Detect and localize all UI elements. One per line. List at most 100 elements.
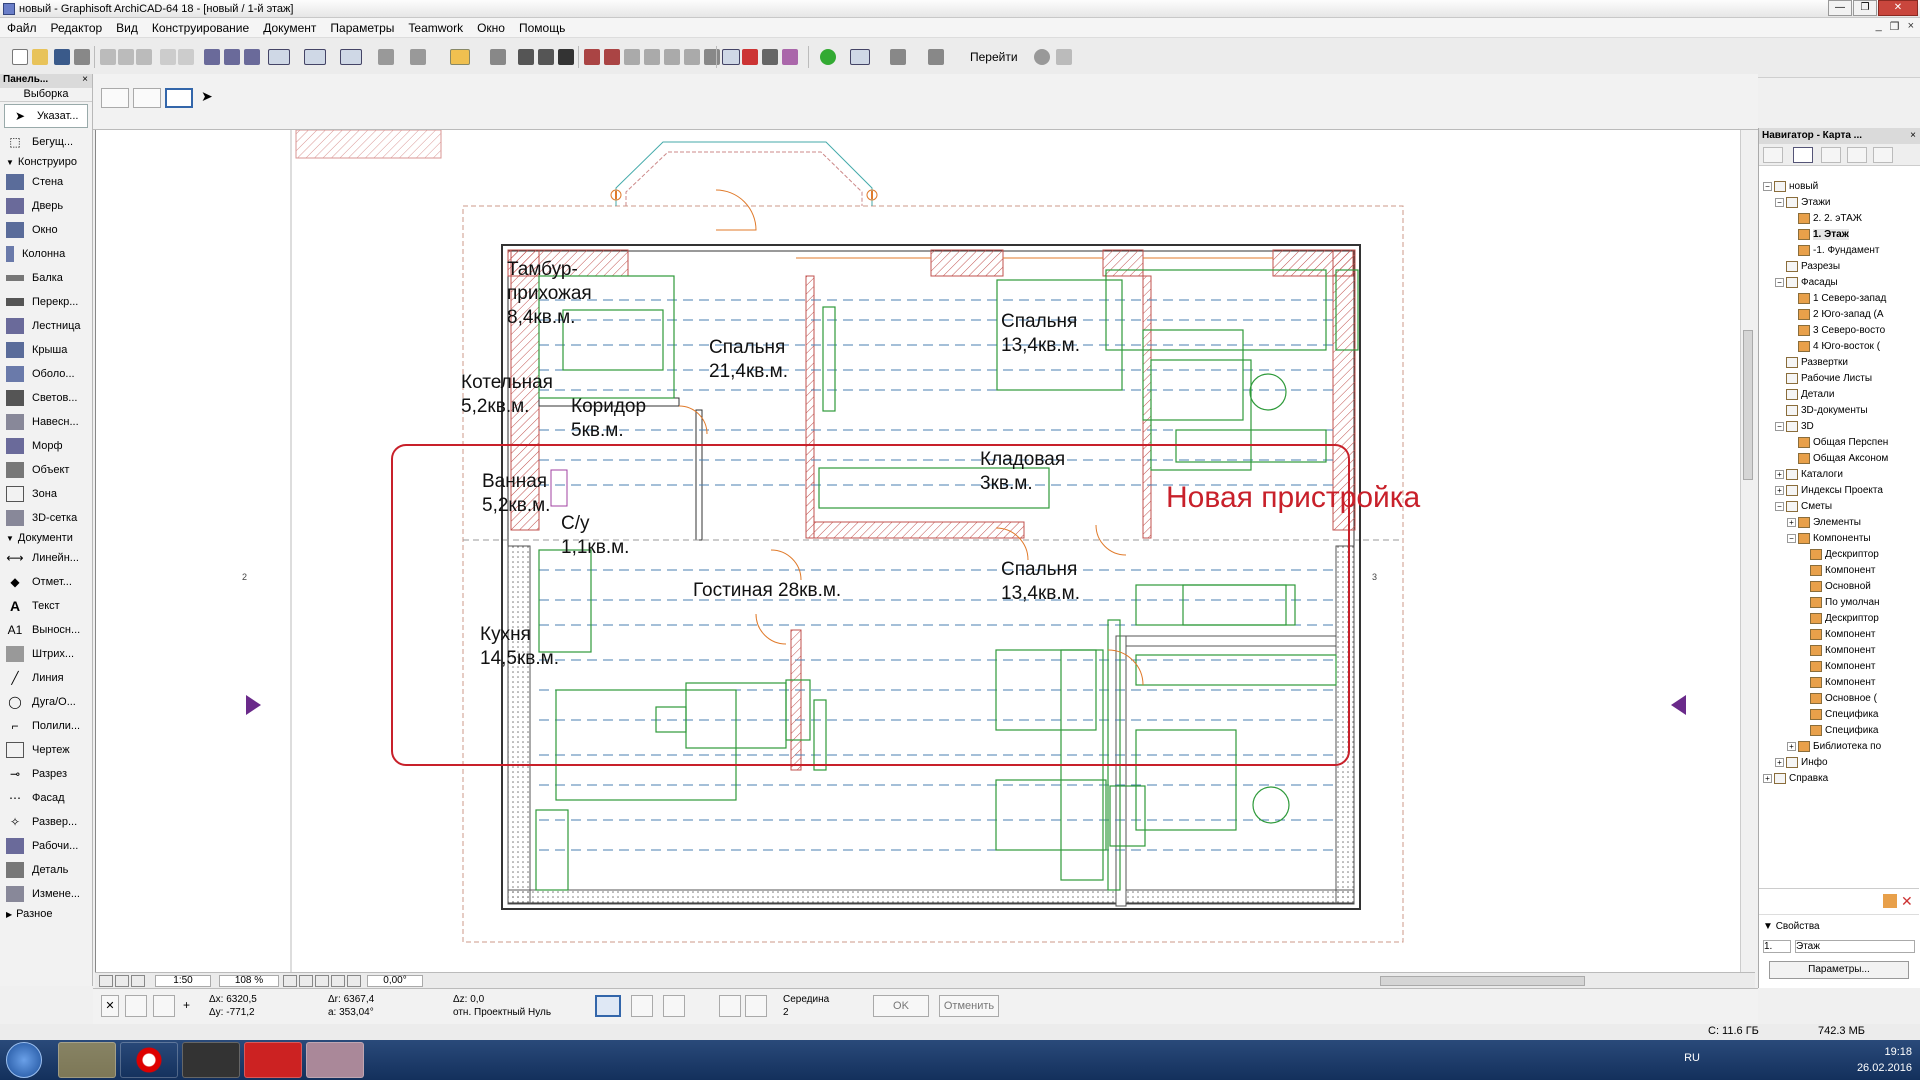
scale-field[interactable]: 1:50 xyxy=(155,974,211,987)
offset-icon[interactable] xyxy=(684,49,700,65)
tab-view-map[interactable] xyxy=(1793,147,1813,163)
cut-icon[interactable] xyxy=(100,49,116,65)
section-icon[interactable] xyxy=(742,49,758,65)
delete-icon[interactable] xyxy=(558,49,574,65)
eyedropper-icon[interactable] xyxy=(224,49,240,65)
layer-combination-icon[interactable] xyxy=(450,49,470,65)
snap-setting[interactable]: Середина 2 xyxy=(783,993,829,1019)
coord-angle[interactable]: a: 353,04° xyxy=(328,1006,374,1019)
autocad-taskbar-icon[interactable] xyxy=(244,1042,302,1078)
menu-edit[interactable]: Редактор xyxy=(44,21,110,35)
tool-fill[interactable]: Штрих... xyxy=(0,642,92,666)
tree-item[interactable]: -1. Фундамент xyxy=(1759,242,1919,258)
coord-dr[interactable]: Δr: 6367,4 xyxy=(328,993,374,1006)
view-mode-icon[interactable] xyxy=(850,49,870,65)
syringe-icon[interactable] xyxy=(244,49,260,65)
tree-item[interactable]: + Каталоги xyxy=(1759,466,1919,482)
trim-icon[interactable] xyxy=(584,49,600,65)
tree-item[interactable]: Общая Перспен xyxy=(1759,434,1919,450)
vertical-scrollbar[interactable] xyxy=(1740,130,1755,972)
paint-taskbar-icon[interactable] xyxy=(306,1042,364,1078)
quick-selection-icon[interactable]: ➤ xyxy=(201,88,229,108)
collapse-icon[interactable]: − xyxy=(1787,533,1796,543)
tool-line[interactable]: ╱ Линия xyxy=(0,666,92,690)
tool-change[interactable]: Измене... xyxy=(0,882,92,906)
elevate-icon[interactable] xyxy=(490,49,506,65)
rectangle-selection-button[interactable] xyxy=(133,88,161,108)
fit-window-icon[interactable] xyxy=(99,974,113,987)
tree-item[interactable]: − Этажи xyxy=(1759,194,1919,210)
doc-minimize-button[interactable]: _ xyxy=(1876,20,1882,33)
tree-item[interactable]: + Элементы xyxy=(1759,514,1919,530)
tree-item[interactable]: − Фасады xyxy=(1759,274,1919,290)
maximize-button[interactable]: ❐ xyxy=(1853,0,1877,16)
tree-item[interactable]: Дескриптор xyxy=(1759,610,1919,626)
guide-lines-icon[interactable] xyxy=(304,49,326,65)
tree-item[interactable]: 4 Юго-восток ( xyxy=(1759,338,1919,354)
coord-dx-dy[interactable]: Δx: 6320,5 Δy: -771,2 xyxy=(209,993,257,1019)
tool-text[interactable]: A Текст xyxy=(0,594,92,618)
tool-beam[interactable]: Балка xyxy=(0,266,92,290)
walk-icon[interactable] xyxy=(1056,49,1072,65)
coord-dz[interactable]: Δz: 0,0 отн. Проектный Нуль xyxy=(453,993,551,1019)
tree-item[interactable]: + Библиотека по xyxy=(1759,738,1919,754)
tree-item[interactable]: Развертки xyxy=(1759,354,1919,370)
tab-publisher[interactable] xyxy=(1847,147,1867,163)
zoom-window-icon[interactable] xyxy=(331,974,345,987)
section-design[interactable]: Конструиро xyxy=(0,154,92,170)
expand-icon[interactable]: + xyxy=(1775,469,1784,479)
system-clock[interactable]: 19:18 26.02.2016 xyxy=(1857,1044,1912,1076)
menu-help[interactable]: Помощь xyxy=(512,21,572,35)
parameters-button[interactable]: Параметры... xyxy=(1769,961,1909,979)
language-indicator[interactable]: RU xyxy=(1684,1052,1700,1064)
collapse-icon[interactable]: − xyxy=(1775,197,1784,207)
start-button[interactable] xyxy=(6,1042,42,1078)
snap-guides-icon[interactable] xyxy=(340,49,362,65)
trace-icon[interactable] xyxy=(410,49,426,65)
fillet-icon[interactable] xyxy=(664,49,680,65)
relative-coord-icon[interactable] xyxy=(125,995,147,1017)
tool-morph[interactable]: Морф xyxy=(0,434,92,458)
tree-item[interactable]: Рабочие Листы xyxy=(1759,370,1919,386)
tool-object[interactable]: Объект xyxy=(0,458,92,482)
layout-icon[interactable] xyxy=(928,49,944,65)
prop-id-field[interactable]: 1. xyxy=(1763,940,1791,953)
expand-icon[interactable]: + xyxy=(1763,773,1772,783)
rotated-rectangle-selection-button[interactable] xyxy=(165,88,193,108)
tool-roof[interactable]: Крыша xyxy=(0,338,92,362)
section-more[interactable]: Разное xyxy=(0,906,92,922)
close-coord-icon[interactable]: ✕ xyxy=(101,995,119,1017)
new-view-icon[interactable] xyxy=(1883,894,1897,908)
menu-file[interactable]: Файл xyxy=(0,21,44,35)
tree-item[interactable]: Специфика xyxy=(1759,706,1919,722)
tool-label[interactable]: A1 Выносн... xyxy=(0,618,92,642)
tool-wall[interactable]: Стена xyxy=(0,170,92,194)
tool-detail[interactable]: Деталь xyxy=(0,858,92,882)
section-document[interactable]: Документи xyxy=(0,530,92,546)
3d-window-icon[interactable] xyxy=(782,49,798,65)
grid-snap-icon[interactable] xyxy=(378,49,394,65)
properties-toggle-icon[interactable]: ▼ xyxy=(1763,921,1773,932)
elevation-marker-right[interactable] xyxy=(1671,695,1686,715)
menu-view[interactable]: Вид xyxy=(109,21,145,35)
tree-item[interactable]: 2 Юго-запад (А xyxy=(1759,306,1919,322)
tool-pointer[interactable]: ➤ Указат... xyxy=(4,104,88,128)
coord-dy[interactable]: Δy: -771,2 xyxy=(209,1006,257,1019)
floor-plan-icon[interactable] xyxy=(722,49,740,65)
tree-item[interactable]: Компонент xyxy=(1759,674,1919,690)
expand-icon[interactable]: + xyxy=(1775,757,1784,767)
check-icon[interactable] xyxy=(663,995,685,1017)
tree-item[interactable]: Дескриптор xyxy=(1759,546,1919,562)
tree-item[interactable]: Основной xyxy=(1759,578,1919,594)
elevation-marker-left[interactable] xyxy=(246,695,261,715)
save-icon[interactable] xyxy=(54,49,70,65)
tree-item[interactable]: Основное ( xyxy=(1759,690,1919,706)
tool-column[interactable]: Колонна xyxy=(0,242,92,266)
expand-icon[interactable]: + xyxy=(1787,517,1796,527)
tool-section[interactable]: ⊸ Разрез xyxy=(0,762,92,786)
print-icon[interactable] xyxy=(74,49,90,65)
cancel-button[interactable]: Отменить xyxy=(939,995,999,1017)
menu-options[interactable]: Параметры xyxy=(323,21,401,35)
menu-window[interactable]: Окно xyxy=(470,21,512,35)
open-folder-icon[interactable] xyxy=(32,49,48,65)
